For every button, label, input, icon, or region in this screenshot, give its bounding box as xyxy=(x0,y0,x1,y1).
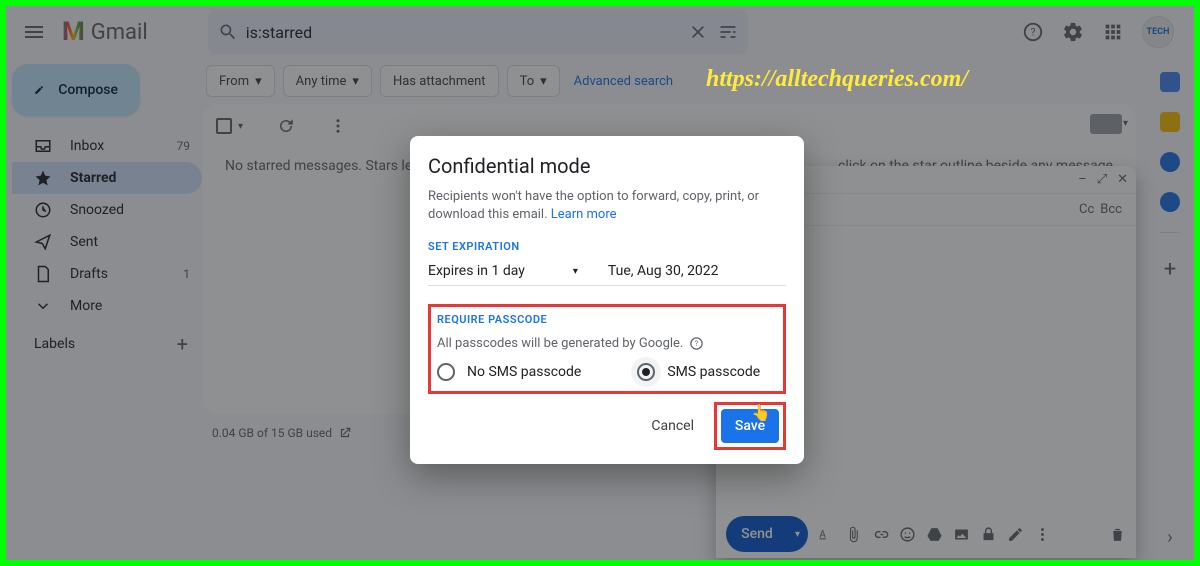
dialog-description: Recipients won't have the option to forw… xyxy=(428,188,786,224)
no-sms-passcode-radio[interactable]: No SMS passcode xyxy=(437,363,581,381)
chevron-down-icon: ▾ xyxy=(573,266,578,277)
sms-passcode-radio[interactable]: SMS passcode xyxy=(637,363,760,381)
set-expiration-heading: SET EXPIRATION xyxy=(428,240,786,253)
passcode-subtext: All passcodes will be generated by Googl… xyxy=(437,336,777,351)
require-passcode-heading: REQUIRE PASSCODE xyxy=(437,313,777,326)
passcode-highlight-box: REQUIRE PASSCODE All passcodes will be g… xyxy=(428,304,786,394)
dialog-actions: Cancel Save xyxy=(428,402,786,450)
expiration-row: Expires in 1 day ▾ Tue, Aug 30, 2022 xyxy=(428,263,786,286)
dialog-title: Confidential mode xyxy=(428,154,786,178)
radio-checked-icon xyxy=(637,363,655,381)
watermark-text: https://alltechqueries.com/ xyxy=(706,66,968,93)
save-highlight-box: Save xyxy=(714,402,786,450)
cancel-button[interactable]: Cancel xyxy=(641,410,704,442)
learn-more-link[interactable]: Learn more xyxy=(551,207,617,222)
confidential-mode-dialog: Confidential mode Recipients won't have … xyxy=(410,136,804,464)
svg-text:?: ? xyxy=(695,340,698,348)
cursor-icon: 👆 xyxy=(751,403,771,422)
help-icon[interactable]: ? xyxy=(689,336,704,351)
expiration-date: Tue, Aug 30, 2022 xyxy=(608,263,719,279)
expiration-dropdown[interactable]: Expires in 1 day ▾ xyxy=(428,263,578,279)
radio-unchecked-icon xyxy=(437,363,455,381)
